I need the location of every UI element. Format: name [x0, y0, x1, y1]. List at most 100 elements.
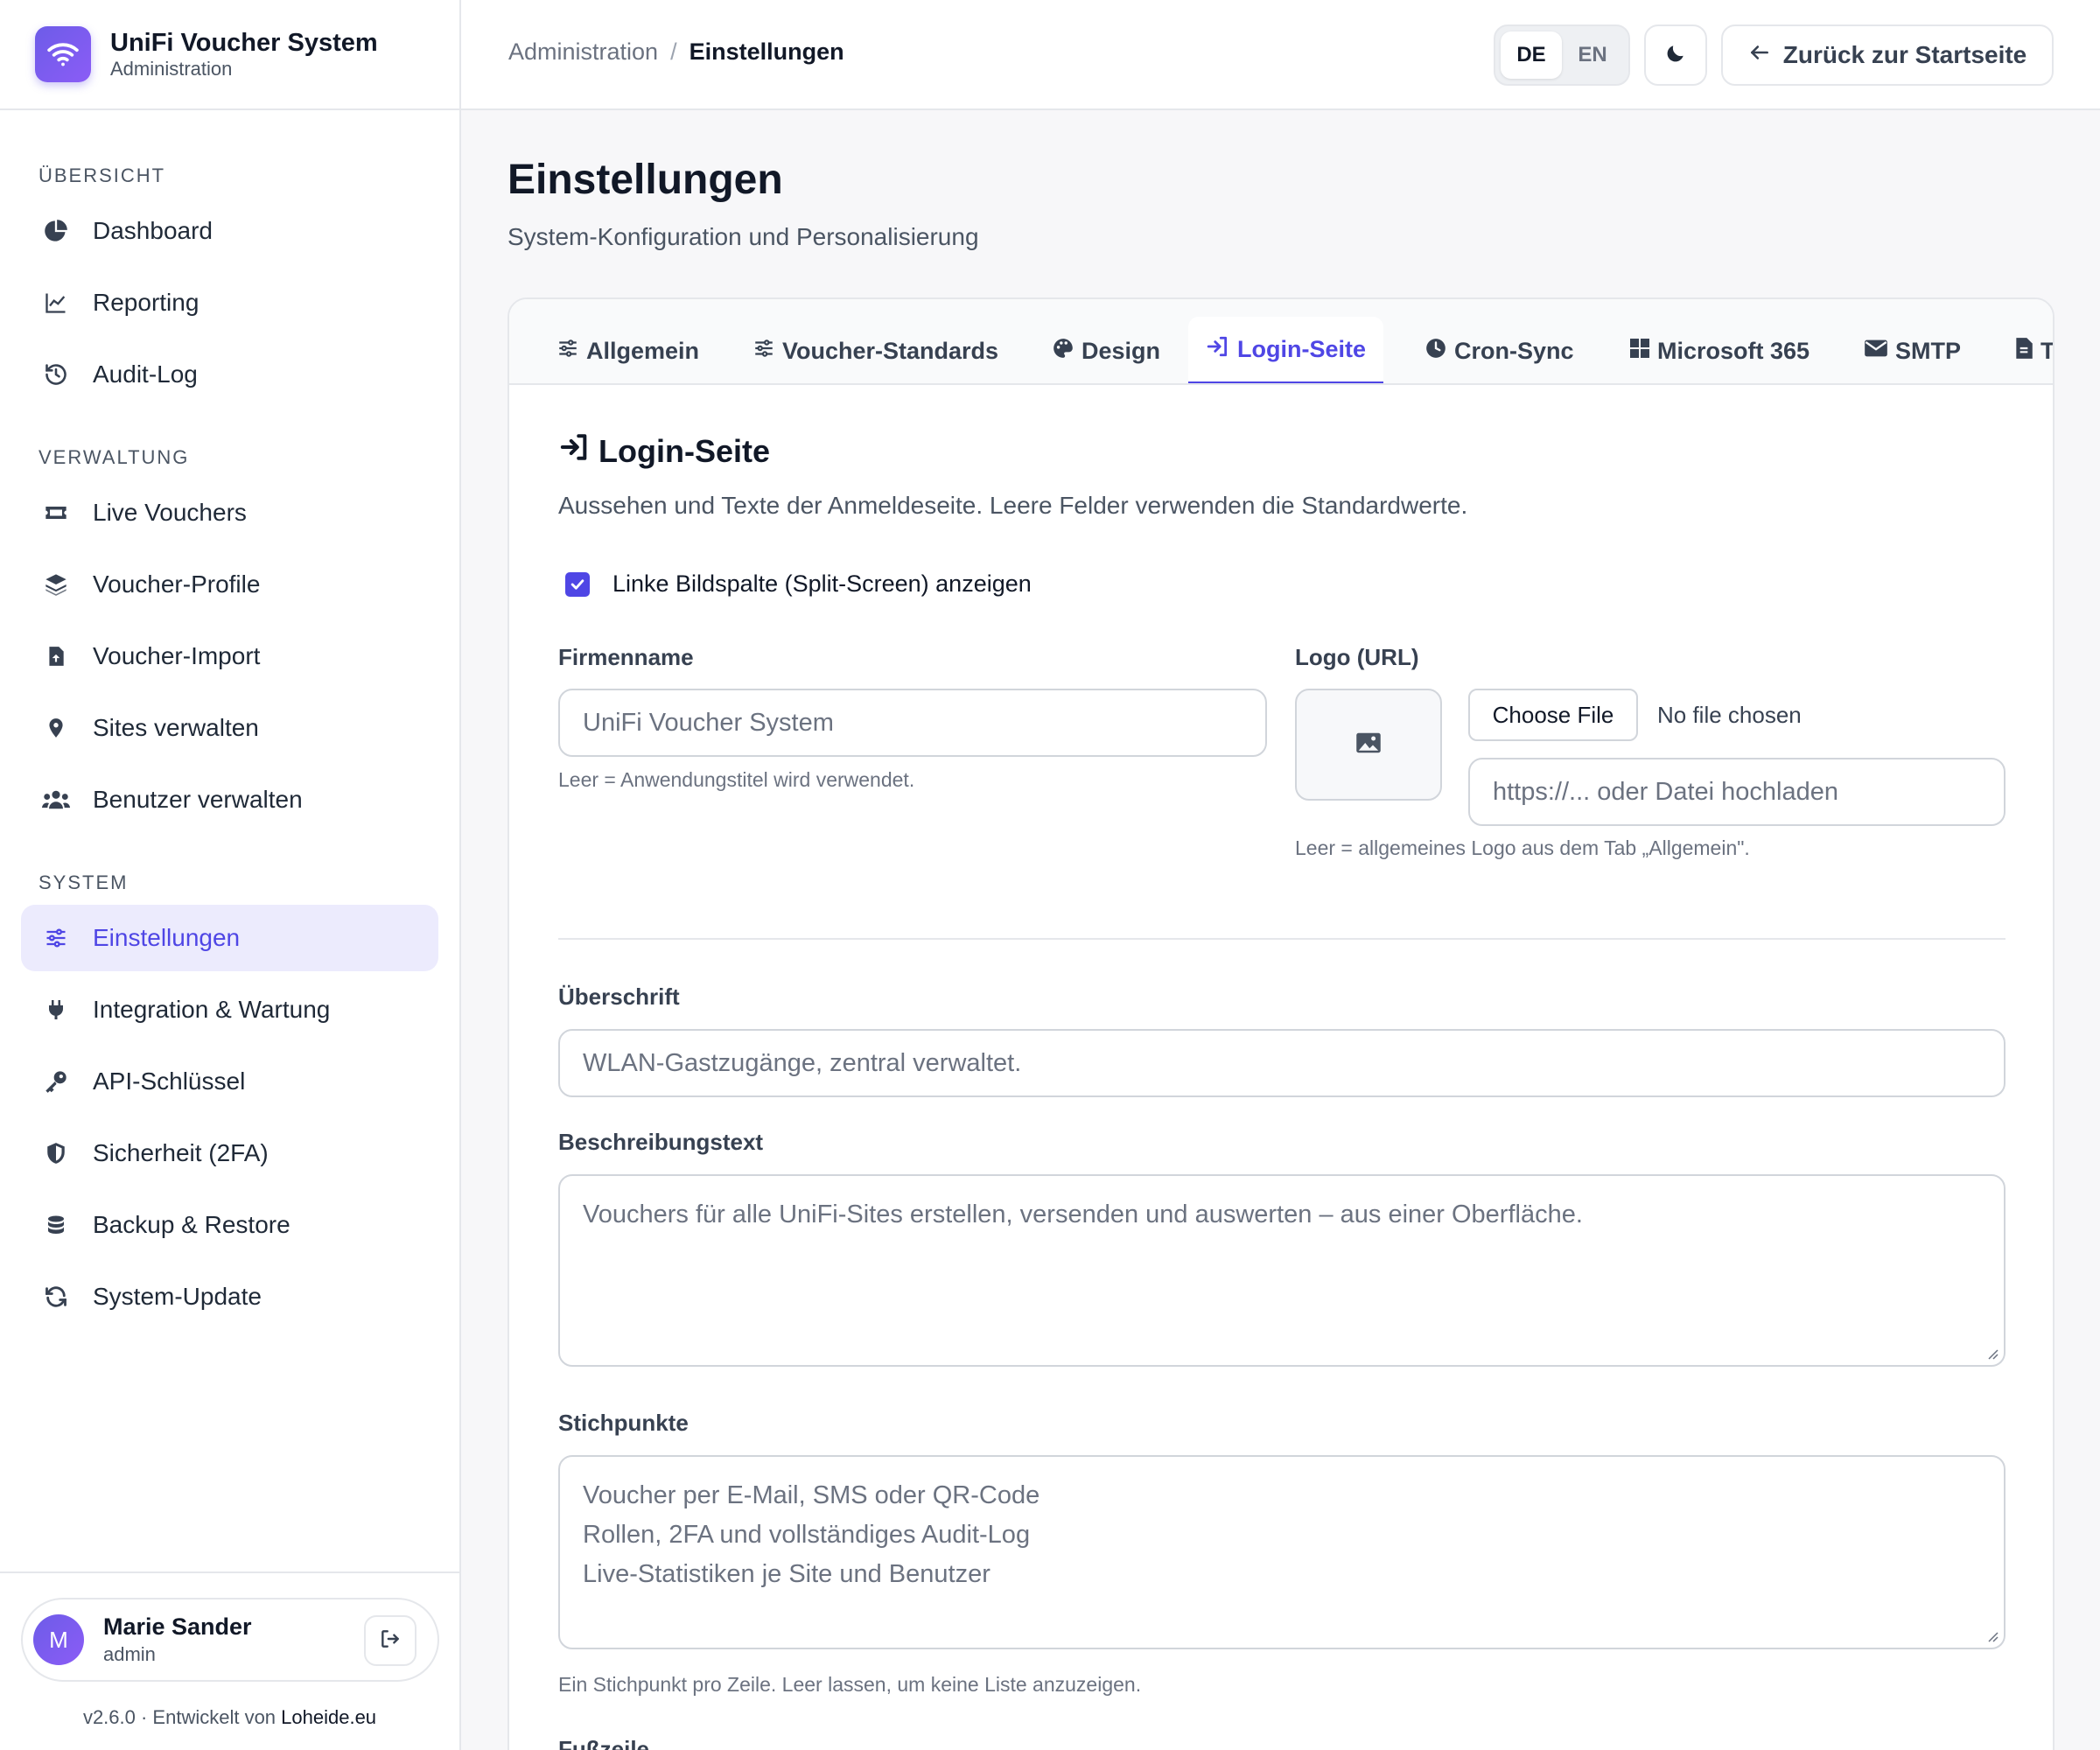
sign-in-icon: [558, 432, 598, 470]
sidebar-item-voucher-import[interactable]: Voucher-Import: [21, 623, 438, 690]
back-home-label: Zurück zur Startseite: [1782, 41, 2027, 68]
tab-voucher-standards[interactable]: Voucher-Standards: [746, 317, 1005, 383]
file-icon: [2014, 337, 2040, 366]
sliders-icon: [42, 924, 70, 952]
user-card[interactable]: M Marie Sander admin: [21, 1598, 439, 1682]
language-en-button[interactable]: EN: [1562, 32, 1623, 79]
settings-card: Allgemein Voucher-Standards Design Login…: [508, 298, 2054, 1750]
split-screen-checkbox[interactable]: [565, 571, 590, 597]
moon-icon: [1664, 42, 1687, 69]
sidebar-nav: ÜBERSICHT Dashboard Reporting Audit-Log …: [0, 110, 459, 1330]
image-icon: [1355, 732, 1382, 759]
sidebar-item-backup[interactable]: Backup & Restore: [21, 1192, 438, 1258]
breadcrumb-parent[interactable]: Administration: [508, 38, 658, 65]
split-screen-label: Linke Bildspalte (Split-Screen) anzeigen: [612, 570, 1032, 597]
brand-title: UniFi Voucher System: [110, 29, 378, 57]
bullets-hint: Ein Stichpunkt pro Zeile. Leer lassen, u…: [558, 1673, 1142, 1696]
bullet-line: Rollen, 2FA und vollständiges Audit-Log: [583, 1521, 1031, 1549]
sidebar-item-label: Sites verwalten: [93, 714, 259, 741]
heading-input[interactable]: WLAN-Gastzugänge, zentral verwaltet.: [558, 1029, 2006, 1097]
file-upload-icon: [42, 642, 70, 670]
theme-toggle-button[interactable]: [1644, 24, 1707, 86]
bullets-label: Stichpunkte: [558, 1410, 689, 1436]
bullets-textarea[interactable]: Voucher per E-Mail, SMS oder QR-Code Rol…: [558, 1455, 2006, 1649]
line-chart-icon: [42, 289, 70, 317]
choose-file-button[interactable]: Choose File: [1468, 689, 1638, 741]
sidebar-item-label: Reporting: [93, 289, 200, 316]
description-placeholder: Vouchers für alle UniFi-Sites erstellen,…: [583, 1200, 1583, 1228]
layers-icon: [42, 570, 70, 598]
tab-label: Te: [2040, 337, 2053, 364]
sign-in-icon: [1206, 335, 1237, 364]
sidebar-item-system-update[interactable]: System-Update: [21, 1264, 438, 1330]
tab-label: Design: [1082, 337, 1161, 364]
sidebar-item-reporting[interactable]: Reporting: [21, 270, 438, 336]
sidebar-item-voucher-profile[interactable]: Voucher-Profile: [21, 551, 438, 618]
back-home-button[interactable]: Zurück zur Startseite: [1721, 24, 2054, 86]
tab-microsoft-365[interactable]: Microsoft 365: [1622, 317, 1816, 383]
users-icon: [42, 786, 70, 814]
key-icon: [42, 1068, 70, 1096]
sidebar-item-audit-log[interactable]: Audit-Log: [21, 341, 438, 408]
nav-section-title: SYSTEM: [38, 872, 129, 893]
sidebar-item-api-keys[interactable]: API-Schlüssel: [21, 1048, 438, 1115]
logout-button[interactable]: [364, 1615, 416, 1666]
sidebar-item-users[interactable]: Benutzer verwalten: [21, 766, 438, 833]
tab-design[interactable]: Design: [1045, 317, 1167, 383]
sidebar-item-live-vouchers[interactable]: Live Vouchers: [21, 480, 438, 546]
divider: [558, 938, 2006, 940]
user-area: M Marie Sander admin v2.6.0 · Entwickelt…: [0, 1572, 459, 1750]
logo-url-hint: Leer = allgemeines Logo aus dem Tab „All…: [1295, 836, 1750, 859]
sidebar-item-integration[interactable]: Integration & Wartung: [21, 976, 438, 1043]
developer-link[interactable]: Loheide.eu: [281, 1706, 376, 1728]
windows-icon: [1629, 338, 1657, 365]
refresh-icon: [42, 1283, 70, 1311]
section-description: Aussehen und Texte der Anmeldeseite. Lee…: [558, 492, 1468, 519]
sidebar-item-security[interactable]: Sicherheit (2FA): [21, 1120, 438, 1186]
tab-allgemein[interactable]: Allgemein: [550, 317, 706, 383]
tab-label: Cron-Sync: [1454, 337, 1574, 364]
tab-more[interactable]: Te: [2007, 317, 2053, 383]
sidebar-item-label: Backup & Restore: [93, 1211, 290, 1238]
sidebar-item-label: System-Update: [93, 1283, 262, 1310]
footer-label: Fußzeile: [558, 1736, 650, 1750]
logo-url-input[interactable]: https://... oder Datei hochladen: [1468, 758, 2006, 826]
tab-label: SMTP: [1895, 337, 1962, 364]
language-switch: DE EN: [1494, 24, 1630, 86]
breadcrumb: Administration / Einstellungen: [508, 38, 844, 66]
sidebar-item-sites[interactable]: Sites verwalten: [21, 695, 438, 761]
page-subtitle: System-Konfiguration und Personalisierun…: [508, 223, 979, 250]
tab-cron-sync[interactable]: Cron-Sync: [1418, 317, 1581, 383]
brand-subtitle: Administration: [110, 58, 233, 80]
database-icon: [42, 1211, 70, 1239]
wifi-icon: [35, 26, 91, 82]
version-text: v2.6.0 · Entwickelt von: [82, 1706, 282, 1728]
logo-preview: [1295, 689, 1442, 801]
settings-tabs: Allgemein Voucher-Standards Design Login…: [509, 299, 2053, 385]
sidebar-item-label: Live Vouchers: [93, 499, 247, 526]
section-title-text: Login-Seite: [598, 432, 770, 469]
shield-icon: [42, 1139, 70, 1167]
sidebar-item-dashboard[interactable]: Dashboard: [21, 198, 438, 264]
tab-label: Login-Seite: [1237, 335, 1366, 362]
company-name-input[interactable]: UniFi Voucher System: [558, 689, 1267, 757]
resize-handle-icon[interactable]: [1986, 1630, 1998, 1642]
tab-label: Microsoft 365: [1657, 337, 1810, 364]
logout-icon: [379, 1628, 402, 1655]
resize-handle-icon[interactable]: [1986, 1348, 1998, 1360]
brand[interactable]: UniFi Voucher System Administration: [0, 0, 459, 110]
breadcrumb-current: Einstellungen: [689, 38, 844, 65]
tab-login-seite[interactable]: Login-Seite: [1188, 317, 1383, 383]
sidebar-item-settings[interactable]: Einstellungen: [21, 905, 438, 971]
sliders-icon: [556, 337, 586, 366]
sidebar: UniFi Voucher System Administration ÜBER…: [0, 0, 461, 1750]
sidebar-item-label: Audit-Log: [93, 360, 198, 388]
history-icon: [42, 360, 70, 388]
description-textarea[interactable]: Vouchers für alle UniFi-Sites erstellen,…: [558, 1174, 2006, 1367]
split-screen-option[interactable]: Linke Bildspalte (Split-Screen) anzeigen: [565, 570, 1032, 598]
pie-chart-icon: [42, 217, 70, 245]
company-name-label: Firmenname: [558, 644, 694, 670]
avatar: M: [33, 1614, 84, 1665]
language-de-button[interactable]: DE: [1501, 32, 1562, 79]
tab-smtp[interactable]: SMTP: [1857, 317, 1968, 383]
